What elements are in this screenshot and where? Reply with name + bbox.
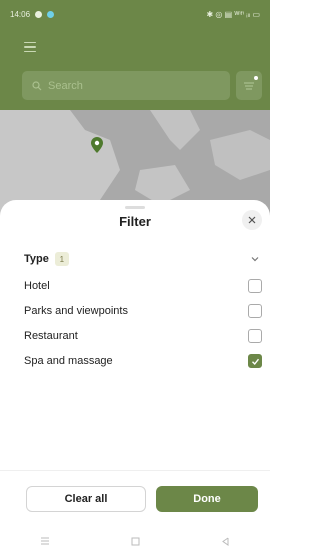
checkbox[interactable] — [248, 304, 262, 318]
sheet-handle[interactable] — [125, 206, 145, 209]
close-button[interactable] — [242, 210, 262, 230]
option-label: Parks and viewpoints — [24, 305, 128, 317]
checkmark-icon — [251, 358, 259, 365]
search-input[interactable]: Search — [22, 71, 230, 100]
system-nav-bar — [0, 526, 270, 556]
status-bar: 14:06 ✱ ◎ ▤ ᵂⁱᶠⁱ ᵢₗₗ ▭ — [0, 0, 270, 28]
home-icon[interactable] — [131, 537, 140, 546]
option-label: Hotel — [24, 280, 50, 292]
filter-button[interactable] — [236, 71, 262, 100]
notification-icon — [35, 10, 43, 18]
footer-divider — [0, 470, 270, 471]
close-icon — [248, 216, 256, 224]
menu-icon[interactable] — [24, 42, 36, 53]
back-icon[interactable] — [221, 537, 230, 546]
filter-active-dot — [254, 76, 258, 80]
status-time: 14:06 — [10, 9, 31, 19]
filter-sheet: Filter Type 1 Hotel Parks and viewpoints… — [0, 200, 270, 556]
app-header: Search — [0, 28, 270, 110]
search-icon — [32, 80, 42, 90]
selected-count-badge: 1 — [54, 252, 69, 266]
clear-all-button[interactable]: Clear all — [26, 486, 146, 512]
checkbox[interactable] — [248, 329, 262, 343]
option-restaurant[interactable]: Restaurant — [24, 326, 262, 346]
section-title: Type — [24, 253, 49, 265]
option-hotel[interactable]: Hotel — [24, 276, 262, 296]
option-label: Restaurant — [24, 330, 78, 342]
filter-icon — [244, 82, 254, 90]
checkbox[interactable] — [248, 279, 262, 293]
option-label: Spa and massage — [24, 355, 113, 367]
recent-apps-icon[interactable] — [40, 537, 50, 545]
done-button[interactable]: Done — [156, 486, 258, 512]
sheet-title: Filter — [119, 214, 151, 229]
checkbox-checked[interactable] — [248, 354, 262, 368]
option-spa-and-massage[interactable]: Spa and massage — [24, 351, 262, 371]
search-placeholder: Search — [48, 79, 83, 92]
type-section-header[interactable]: Type 1 — [24, 250, 260, 268]
map-pin-icon[interactable] — [91, 137, 103, 153]
option-parks-and-viewpoints[interactable]: Parks and viewpoints — [24, 301, 262, 321]
status-icons: ✱ ◎ ▤ ᵂⁱᶠⁱ ᵢₗₗ ▭ — [206, 9, 261, 19]
app-icon — [47, 10, 55, 18]
chevron-down-icon[interactable] — [250, 254, 260, 264]
